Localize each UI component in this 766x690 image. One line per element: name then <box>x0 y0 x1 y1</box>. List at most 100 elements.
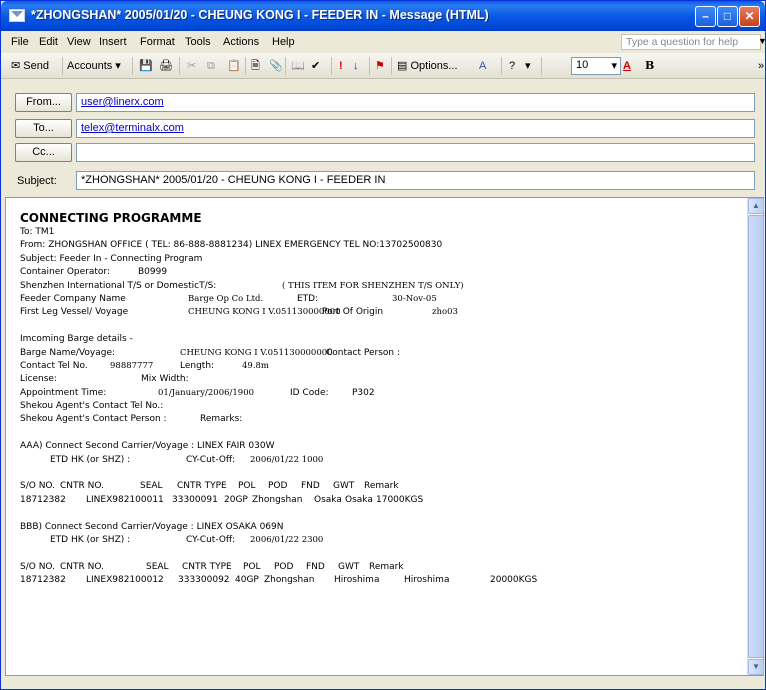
insert-file-icon[interactable]: 🗎 <box>251 58 260 74</box>
to-field[interactable]: telex@terminalx.com <box>76 119 755 138</box>
length-label: Length: <box>180 360 215 371</box>
send-label: Send <box>23 60 49 72</box>
menu-actions[interactable]: Actions <box>223 36 259 48</box>
shenzhen-label: Shenzhen International T/S or DomesticT/… <box>20 280 217 291</box>
high-importance-icon[interactable]: ! <box>339 58 343 74</box>
chevron-down-icon[interactable]: ▼ <box>758 36 766 46</box>
cell-pol: Zhongshan <box>264 575 315 586</box>
title-bar[interactable]: *ZHONGSHAN* 2005/01/20 - CHEUNG KONG I -… <box>1 1 765 31</box>
menu-view[interactable]: View <box>67 36 91 48</box>
to-button[interactable]: To... <box>15 119 72 138</box>
options-icon: ▤ <box>397 60 408 72</box>
paste-icon[interactable]: 📋 <box>227 58 241 74</box>
aaa-etd-label: ETD HK (or SHZ) : <box>50 454 131 465</box>
save-icon[interactable]: 💾 <box>139 58 153 74</box>
table-row: 18712382 LINEX982100011 33300091 20GP Zh… <box>20 494 740 507</box>
message-heading: CONNECTING PROGRAMME <box>20 211 202 225</box>
print-icon[interactable]: 🖨 <box>159 58 173 74</box>
col-cntr-no: CNTR NO. <box>60 481 104 492</box>
envelope-icon <box>9 9 25 22</box>
address-book-icon[interactable]: 📖 <box>291 58 305 74</box>
toolbar-separator <box>391 57 392 75</box>
cc-button[interactable]: Cc... <box>15 143 72 162</box>
attach-icon[interactable]: 📎 <box>269 58 283 74</box>
low-importance-icon[interactable]: ↓ <box>353 58 359 74</box>
toolbar-separator <box>245 57 246 75</box>
to-address[interactable]: telex@terminalx.com <box>81 122 184 134</box>
port-origin-label: Port Of Origin <box>322 307 384 318</box>
help-search-input[interactable]: Type a question for help <box>621 34 761 50</box>
table-row: 18712382 LINEX982100012 333300092 40GP Z… <box>20 574 740 587</box>
feeder-label: Feeder Company Name <box>20 293 126 304</box>
appointment-label: Appointment Time: <box>20 387 107 398</box>
accounts-label: Accounts <box>67 60 113 72</box>
port-origin-value: zho03 <box>432 307 458 318</box>
maximize-button[interactable]: □ <box>717 6 738 27</box>
status-bar <box>1 678 765 689</box>
contact-person-label: Contact Person : <box>326 347 401 358</box>
id-code-value: P302 <box>352 387 375 398</box>
menu-help[interactable]: Help <box>272 36 295 48</box>
appointment-value: 01/January/2006/1900 <box>158 387 255 398</box>
bold-button[interactable]: B <box>645 58 654 74</box>
col-gwt: GWT <box>333 481 355 492</box>
cell-pod: Osaka <box>314 494 342 505</box>
cell-seal: 333300092 <box>178 575 230 586</box>
toolbar-separator <box>132 57 133 75</box>
font-icon[interactable]: A <box>479 58 486 74</box>
barge-label: Barge Name/Voyage: <box>20 347 116 358</box>
font-size-select[interactable]: 10 ▾ <box>571 57 621 75</box>
col-seal: SEAL <box>146 561 169 572</box>
toolbar-separator <box>62 57 63 75</box>
mix-width-label: Mix Width: <box>141 374 189 385</box>
window-title: *ZHONGSHAN* 2005/01/20 - CHEUNG KONG I -… <box>31 8 489 22</box>
menu-tools[interactable]: Tools <box>185 36 211 48</box>
menu-edit[interactable]: Edit <box>39 36 58 48</box>
options-button[interactable]: ▤ Options... <box>397 58 458 74</box>
message-body[interactable]: CONNECTING PROGRAMME To: TM1 From: ZHONG… <box>5 197 764 676</box>
remarks-label: Remarks: <box>200 414 243 425</box>
subject-line: Subject: Feeder In - Connecting Program <box>20 253 203 264</box>
cell-cntr-no: LINEX982100012 <box>86 575 164 586</box>
cell-cntr-no: LINEX982100011 <box>86 494 164 505</box>
flag-icon[interactable]: ⚑ <box>375 58 385 74</box>
col-so-no: S/O NO. <box>20 561 56 572</box>
close-button[interactable]: ✕ <box>739 6 760 27</box>
vertical-scrollbar[interactable]: ▲ ▼ <box>747 198 764 675</box>
accounts-button[interactable]: Accounts ▾ <box>67 58 121 74</box>
send-button[interactable]: ✉ Send <box>11 58 49 74</box>
subject-field[interactable]: *ZHONGSHAN* 2005/01/20 - CHEUNG KONG I -… <box>76 171 755 190</box>
cc-field[interactable] <box>76 143 755 162</box>
col-cntr-type: CNTR TYPE <box>177 481 227 492</box>
scrollbar-thumb[interactable] <box>748 215 764 658</box>
contact-tel-label: Contact Tel No. <box>20 360 88 371</box>
scroll-down-icon[interactable]: ▼ <box>748 659 764 675</box>
col-pod: POD <box>268 481 288 492</box>
copy-icon[interactable]: ⧉ <box>207 58 215 74</box>
toolbar-overflow-icon[interactable]: » <box>758 58 764 74</box>
menu-format[interactable]: Format <box>140 36 175 48</box>
from-address[interactable]: user@linerx.com <box>81 96 164 108</box>
col-cntr-type: CNTR TYPE <box>182 561 232 572</box>
from-button[interactable]: From... <box>15 93 72 112</box>
minimize-button[interactable]: – <box>695 6 716 27</box>
col-fnd: FND <box>306 561 325 572</box>
col-so-no: S/O NO. <box>20 481 56 492</box>
menu-file[interactable]: File <box>11 36 29 48</box>
menu-insert[interactable]: Insert <box>99 36 127 48</box>
col-gwt: GWT <box>338 561 360 572</box>
font-size-value: 10 <box>576 59 589 71</box>
from-field[interactable]: user@linerx.com <box>76 93 755 112</box>
barge-value: CHEUNG KONG I V.051130000000 <box>180 347 333 358</box>
font-color-icon[interactable]: A <box>623 58 631 74</box>
first-leg-label: First Leg Vessel/ Voyage <box>20 307 129 318</box>
check-names-icon[interactable]: ✔ <box>311 58 320 74</box>
col-remark: Remark <box>369 561 404 572</box>
cell-pod: Hiroshima <box>334 575 380 586</box>
subject-label: Subject: <box>17 175 57 187</box>
cut-icon[interactable]: ✂ <box>187 58 196 74</box>
help-icon[interactable]: ? <box>509 58 515 74</box>
chevron-down-icon[interactable]: ▾ <box>525 58 531 74</box>
aaa-carrier-line: AAA) Connect Second Carrier/Voyage : LIN… <box>20 441 275 452</box>
scroll-up-icon[interactable]: ▲ <box>748 198 764 214</box>
